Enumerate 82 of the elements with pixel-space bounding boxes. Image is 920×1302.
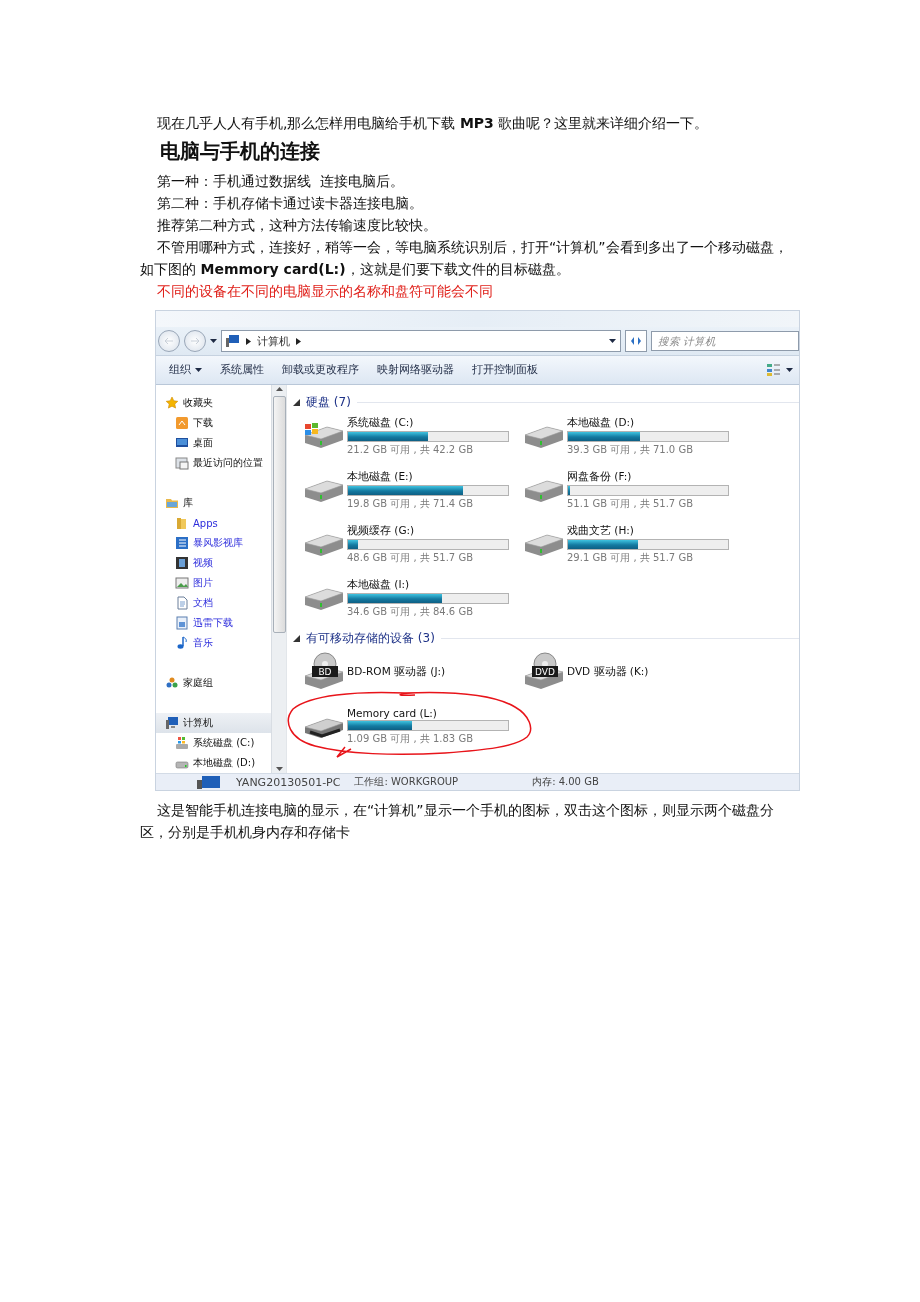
sidebar-item[interactable]: 迅雷下载 bbox=[156, 613, 271, 633]
computer-icon bbox=[196, 775, 222, 789]
free-space-text: 34.6 GB 可用 , 共 84.6 GB bbox=[347, 604, 474, 619]
sidebar-item[interactable]: 最近访问的位置 bbox=[156, 453, 271, 473]
sidebar-item[interactable]: 本地磁盘 (D:) bbox=[156, 753, 271, 773]
sidebar-item[interactable]: 系统磁盘 (C:) bbox=[156, 733, 271, 753]
sidebar-item[interactable]: 音乐 bbox=[156, 633, 271, 653]
drive-name[interactable]: 本地磁盘 (E:) bbox=[347, 469, 509, 484]
star-icon bbox=[165, 396, 179, 410]
monitor-icon bbox=[175, 436, 189, 450]
toolbar-button[interactable]: 系统属性 bbox=[213, 360, 271, 380]
computer-name: YANG20130501-PC bbox=[236, 775, 341, 789]
paragraph: 第二种：手机存储卡通过读卡器连接电脑。 bbox=[156, 194, 424, 213]
sidebar-item[interactable]: 桌面 bbox=[156, 433, 271, 453]
back-arrow-icon bbox=[164, 337, 174, 345]
drive-with-windows-logo-icon bbox=[175, 736, 189, 750]
scrollbar[interactable] bbox=[271, 385, 286, 773]
back-button[interactable] bbox=[158, 330, 180, 352]
sidebar-item[interactable]: 家庭组 bbox=[156, 673, 271, 693]
sidebar-item[interactable]: 暴风影视库 bbox=[156, 533, 271, 553]
sidebar-item[interactable]: 文档 bbox=[156, 593, 271, 613]
workgroup-text: 工作组: WORKGROUP bbox=[354, 775, 459, 789]
forward-button[interactable] bbox=[184, 330, 206, 352]
picture-icon bbox=[175, 576, 189, 590]
paragraph: 不管用哪种方式，连接好，稍等一会，等电脑系统识别后，打开“计算机”会看到多出了一个移动磁盘，如下图的 Memmory card(L:)，这就是们要下载文件的目标磁盘。 bbox=[140, 238, 789, 279]
sidebar-item[interactable]: Apps bbox=[156, 513, 271, 533]
free-space-text: 19.8 GB 可用 , 共 71.4 GB bbox=[347, 496, 474, 511]
caret-icon bbox=[786, 368, 793, 372]
group-heading[interactable]: 有可移动存储的设备 (3) bbox=[306, 629, 435, 647]
toolbar-button[interactable]: 映射网络驱动器 bbox=[370, 360, 461, 380]
drive-name[interactable]: 网盘备份 (F:) bbox=[567, 469, 729, 484]
memory-text: 内存: 4.00 GB bbox=[532, 775, 599, 789]
toolbar-button[interactable]: 打开控制面板 bbox=[465, 360, 545, 380]
search-field[interactable]: 搜索 计算机 bbox=[651, 331, 799, 351]
sidebar-item[interactable]: 库 bbox=[156, 493, 271, 513]
paragraph: 这是智能手机连接电脑的显示，在“计算机”显示一个手机的图标，双击这个图标，则显示两个磁盘分区，分别是手机机身内存和存储卡 bbox=[140, 801, 775, 842]
warning-note: 不同的设备在不同的电脑显示的名称和盘符可能会不同 bbox=[156, 282, 494, 301]
drive-name[interactable]: 本地磁盘 (I:) bbox=[347, 577, 509, 592]
drive-name[interactable]: Memory card (L:) bbox=[347, 706, 509, 719]
chevron-icon bbox=[246, 337, 251, 345]
sidebar-item[interactable]: 图片 bbox=[156, 573, 271, 593]
computer-icon bbox=[165, 716, 179, 730]
free-space-text: 48.6 GB 可用 , 共 51.7 GB bbox=[347, 550, 474, 565]
drive-name[interactable]: 视频缓存 (G:) bbox=[347, 523, 509, 538]
drive-name[interactable]: 本地磁盘 (D:) bbox=[567, 415, 729, 430]
group-heading[interactable]: 硬盘 (7) bbox=[306, 393, 351, 411]
section-heading: 电脑与手机的连接 bbox=[159, 138, 321, 165]
refresh-icon bbox=[630, 336, 642, 346]
free-space-text: 51.1 GB 可用 , 共 51.7 GB bbox=[567, 496, 694, 511]
forward-arrow-icon bbox=[190, 337, 200, 345]
free-space-text: 21.2 GB 可用 , 共 42.2 GB bbox=[347, 442, 474, 457]
refresh-button[interactable] bbox=[625, 330, 647, 352]
history-caret-icon bbox=[210, 339, 217, 343]
sidebar-item[interactable]: 视频 bbox=[156, 553, 271, 573]
paragraph: 第一种：手机通过数据线 连接电脑后。 bbox=[156, 172, 405, 191]
paragraph: 推荐第二种方式，这种方法传输速度比较快。 bbox=[156, 216, 438, 235]
document-icon bbox=[175, 596, 189, 610]
homegroup-icon bbox=[165, 676, 179, 690]
film-icon bbox=[175, 556, 189, 570]
sidebar-item[interactable]: 下载 bbox=[156, 413, 271, 433]
recent-places-icon bbox=[175, 456, 189, 470]
toolbar-button[interactable]: 卸载或更改程序 bbox=[275, 360, 366, 380]
drive-name[interactable]: 戏曲文艺 (H:) bbox=[567, 523, 729, 538]
list-icon bbox=[175, 536, 189, 550]
paragraph: 现在几乎人人有手机,那么怎样用电脑给手机下载 MP3 歌曲呢？这里就来详细介绍一下。 bbox=[156, 114, 710, 133]
view-options-icon[interactable] bbox=[766, 363, 782, 377]
drive-name[interactable]: 系统磁盘 (C:) bbox=[347, 415, 509, 430]
free-space-text: 29.1 GB 可用 , 共 51.7 GB bbox=[567, 550, 694, 565]
drive-name[interactable]: BD-ROM 驱动器 (J:) bbox=[347, 665, 509, 679]
drive-name[interactable]: DVD 驱动器 (K:) bbox=[567, 665, 729, 679]
sidebar-item[interactable]: 计算机 bbox=[156, 713, 271, 733]
dropdown-caret-icon bbox=[609, 339, 616, 343]
free-space-text: 1.09 GB 可用 , 共 1.83 GB bbox=[347, 731, 474, 746]
document-icon bbox=[175, 616, 189, 630]
computer-icon bbox=[226, 335, 240, 347]
organize-menu[interactable]: 组织 bbox=[162, 360, 209, 380]
music-note-icon bbox=[175, 636, 189, 650]
caret-icon bbox=[195, 368, 202, 372]
sidebar-item[interactable]: 收藏夹 bbox=[156, 393, 271, 413]
chevron-icon bbox=[296, 337, 301, 345]
address-field[interactable]: 计算机 bbox=[221, 330, 621, 352]
free-space-text: 39.3 GB 可用 , 共 71.0 GB bbox=[567, 442, 694, 457]
